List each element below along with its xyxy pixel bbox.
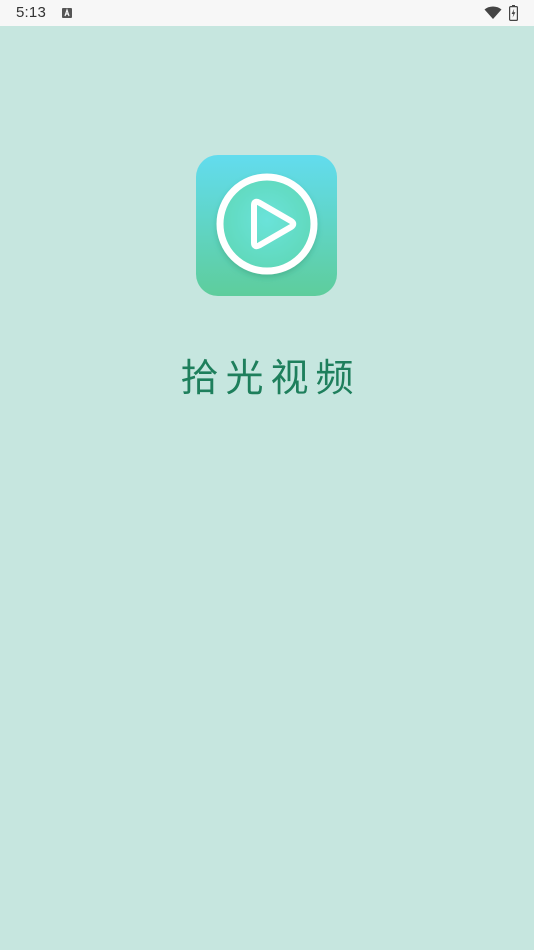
- app-name-title: 拾光视频: [180, 356, 361, 400]
- status-time: 5:13: [16, 4, 46, 21]
- status-bar: 5:13: [0, 0, 534, 26]
- app-logo-play-circle-icon: [196, 155, 337, 296]
- battery-charging-icon: [509, 5, 518, 21]
- wifi-icon: [484, 6, 502, 19]
- text-a-icon: [62, 8, 72, 18]
